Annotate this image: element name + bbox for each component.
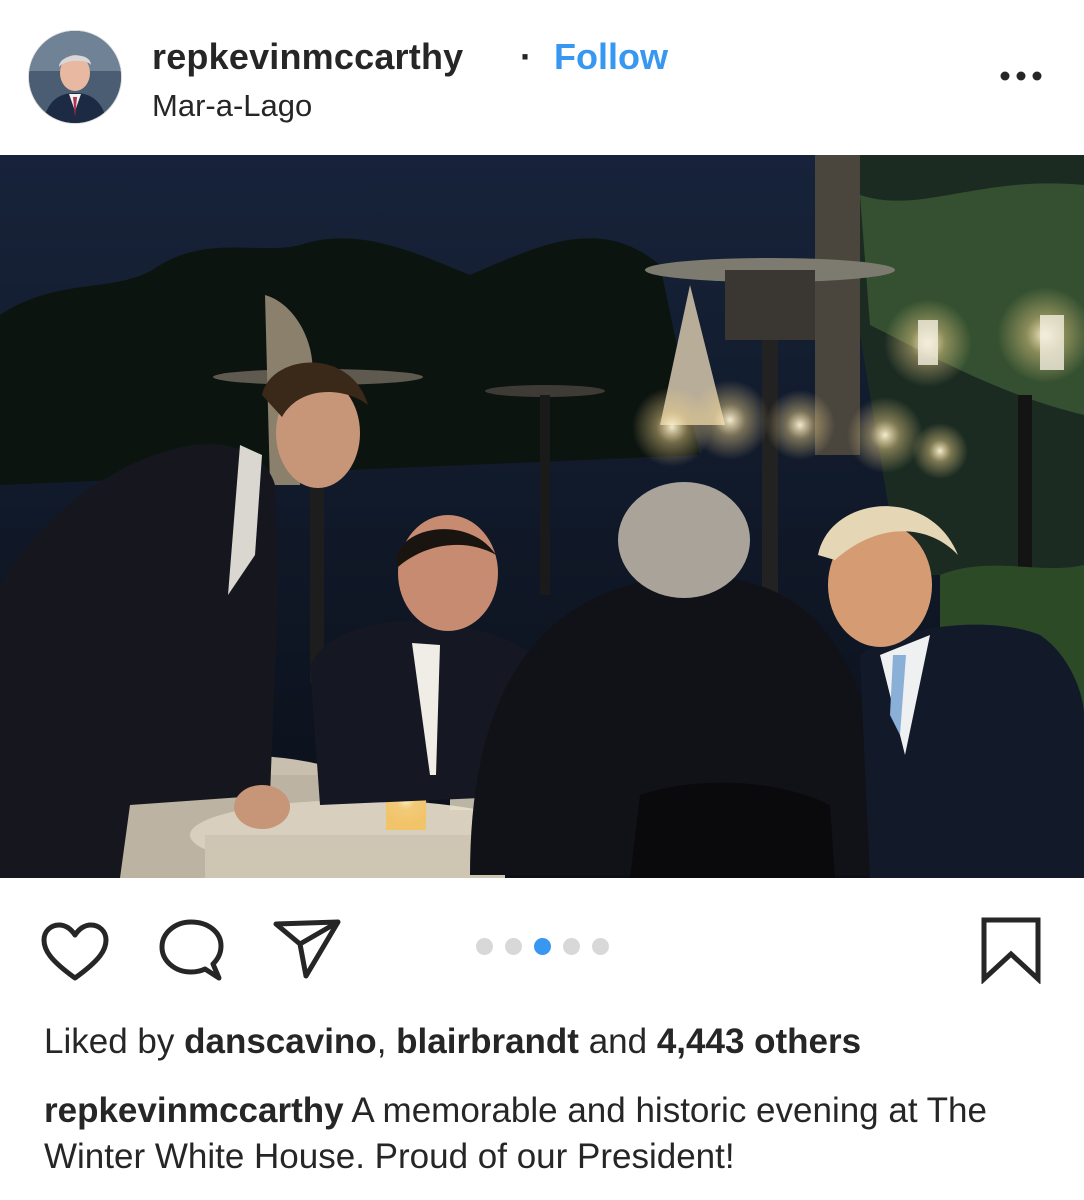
liker-username-1[interactable]: danscavino — [184, 1022, 377, 1061]
post-photo[interactable] — [0, 155, 1084, 878]
post-location[interactable]: Mar-a-Lago — [152, 88, 312, 124]
carousel-dot — [505, 938, 522, 955]
follow-button[interactable]: Follow — [554, 36, 668, 78]
comment-icon[interactable] — [157, 918, 225, 989]
carousel-dot-active — [534, 938, 551, 955]
avatar-image — [29, 31, 121, 123]
liker-username-2[interactable]: blairbrandt — [396, 1022, 579, 1061]
carousel-dot — [592, 938, 609, 955]
avatar[interactable] — [29, 31, 121, 123]
liker-separator: , — [376, 1022, 387, 1061]
more-options-icon[interactable] — [996, 62, 1046, 86]
send-icon[interactable] — [272, 918, 342, 985]
carousel-dot — [563, 938, 580, 955]
liked-by-prefix: Liked by — [44, 1022, 175, 1061]
caption-username[interactable]: repkevinmccarthy — [44, 1091, 344, 1130]
carousel-dot — [476, 938, 493, 955]
bookmark-icon[interactable] — [980, 916, 1042, 989]
night-dinner-scene-image — [0, 155, 1084, 878]
heart-icon[interactable] — [40, 922, 110, 987]
post-caption: repkevinmccarthy A memorable and histori… — [44, 1088, 1054, 1180]
likes-others-count[interactable]: 4,443 others — [657, 1022, 861, 1061]
post-header: repkevinmccarthy · Follow Mar-a-Lago — [0, 0, 1084, 155]
likes-and: and — [588, 1022, 648, 1061]
header-separator: · — [520, 36, 532, 77]
post-username[interactable]: repkevinmccarthy — [152, 36, 463, 78]
liked-by-line: Liked by danscavino, blairbrandt and 4,4… — [44, 1022, 861, 1062]
